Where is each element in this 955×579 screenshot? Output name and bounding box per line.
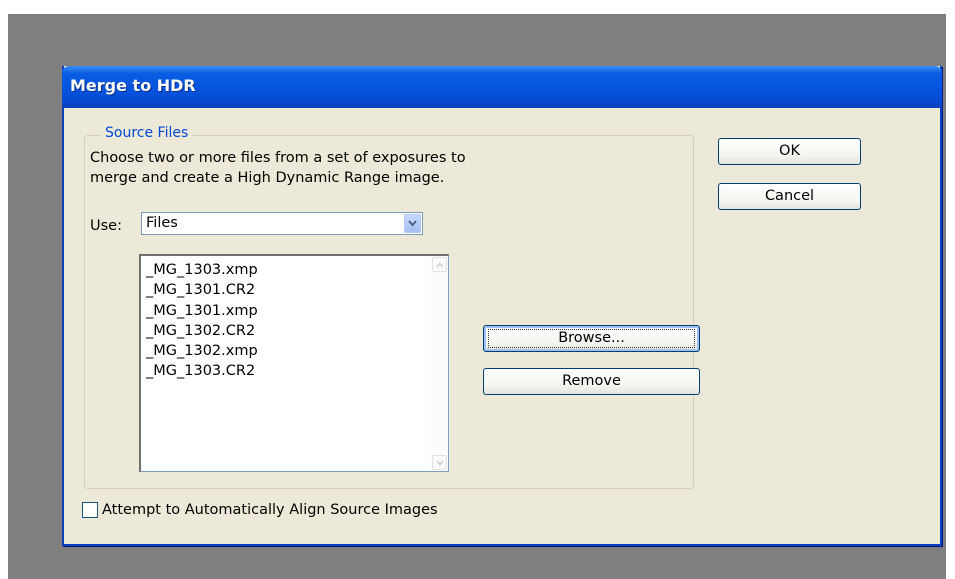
source-files-list[interactable]: _MG_1303.xmp _MG_1301.CR2 _MG_1301.xmp _MG_… <box>139 254 449 472</box>
focus-rect <box>488 329 695 348</box>
chevron-down-icon[interactable] <box>404 214 421 233</box>
use-select-value: Files <box>146 215 178 231</box>
list-scrollbar[interactable] <box>431 256 448 471</box>
file-list-item[interactable]: _MG_1303.xmp <box>146 260 258 280</box>
ok-button-label: OK <box>779 143 800 159</box>
align-images-label[interactable]: Attempt to Automatically Align Source Im… <box>102 502 438 518</box>
scroll-up-arrow-icon[interactable] <box>432 257 447 272</box>
align-images-checkbox[interactable] <box>82 502 98 518</box>
source-files-legend: Source Files <box>100 125 194 141</box>
remove-button[interactable]: Remove <box>483 368 700 395</box>
file-list-items: _MG_1303.xmp _MG_1301.CR2 _MG_1301.xmp _MG_… <box>146 260 258 382</box>
cancel-button-label: Cancel <box>764 188 815 204</box>
merge-to-hdr-dialog: Merge to HDR Source Files Choose two or … <box>62 66 942 546</box>
dialog-title: Merge to HDR <box>70 76 196 95</box>
ok-button[interactable]: OK <box>718 138 861 165</box>
cancel-button[interactable]: Cancel <box>718 183 861 210</box>
file-list-item[interactable]: _MG_1303.CR2 <box>146 361 258 381</box>
align-images-option[interactable]: Attempt to Automatically Align Source Im… <box>82 502 438 518</box>
file-list-item[interactable]: _MG_1302.xmp <box>146 341 258 361</box>
use-select[interactable]: Files <box>141 212 423 235</box>
file-list-item[interactable]: _MG_1301.CR2 <box>146 280 258 300</box>
file-list-item[interactable]: _MG_1302.CR2 <box>146 321 258 341</box>
title-bar[interactable]: Merge to HDR <box>62 66 942 108</box>
browse-button[interactable]: Browse... <box>483 325 700 352</box>
scroll-down-arrow-icon[interactable] <box>432 455 447 470</box>
remove-button-label: Remove <box>562 373 621 389</box>
use-label: Use: <box>90 218 122 234</box>
description-line-2: merge and create a High Dynamic Range im… <box>90 170 445 186</box>
file-list-item[interactable]: _MG_1301.xmp <box>146 301 258 321</box>
source-files-group: Source Files Choose two or more files fr… <box>84 125 700 489</box>
description-line-1: Choose two or more files from a set of e… <box>90 150 466 166</box>
